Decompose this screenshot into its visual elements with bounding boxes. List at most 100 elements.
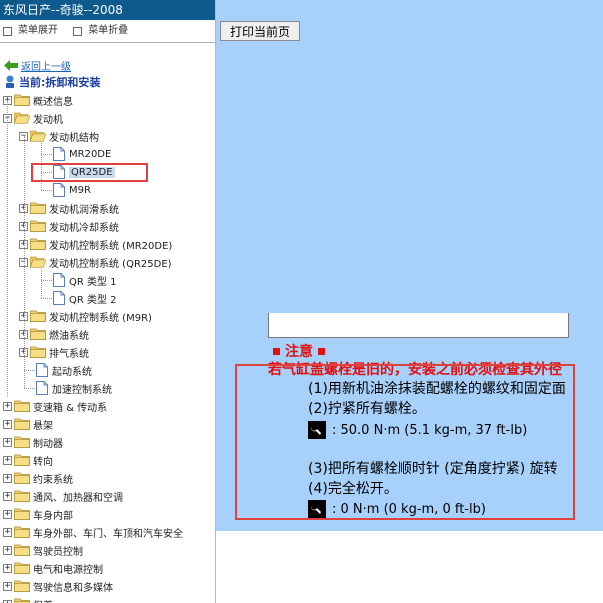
tree-doc-item[interactable]: 加速控制系统: [36, 379, 112, 397]
menu-expand-button[interactable]: 菜单展开: [3, 20, 58, 42]
tree-doc-item[interactable]: QR 类型 1: [53, 271, 117, 289]
tree-item-label: 概述信息: [33, 96, 73, 108]
folder-icon: [14, 418, 30, 430]
folder-icon: [14, 580, 30, 592]
tree-connector-line: [41, 190, 52, 191]
document-icon: [53, 291, 65, 305]
tree-folder-item[interactable]: − 发动机结构: [19, 127, 99, 145]
bullet-icon: [318, 347, 325, 355]
tree-item-label: 车身外部、车门、车顶和汽车安全: [33, 528, 183, 540]
tree-item-label: 保养: [33, 597, 53, 603]
tree-item-label: QR 类型 2: [69, 294, 117, 306]
tree-item-label: 转向: [33, 456, 53, 468]
menu-collapse-button[interactable]: 菜单折叠: [73, 20, 128, 42]
tree-item-label: MR20DE: [69, 148, 112, 160]
expand-toggle-icon[interactable]: +: [3, 401, 12, 411]
document-icon: [53, 147, 65, 161]
content-pane: 打印当前页 注意 若气缸盖螺栓是旧的，安装之前必须检查其外径 (1)用新机油涂抹…: [216, 0, 603, 531]
current-location: 当前:拆卸和安装: [4, 74, 100, 89]
tree-folder-item[interactable]: + 悬架: [3, 415, 53, 433]
folder-icon: [14, 562, 30, 574]
tree-folder-item[interactable]: + 车身内部: [3, 505, 73, 523]
tree-item-label: 驾驶信息和多媒体: [33, 582, 113, 594]
tree-item-label: 燃油系统: [49, 330, 89, 342]
folder-icon: [14, 544, 30, 556]
tree-item-label: 发动机润滑系统: [49, 204, 119, 216]
document-icon: [36, 363, 48, 377]
tree-connector-line: [41, 298, 52, 299]
folder-icon: [14, 454, 30, 466]
tree-item-label: 发动机: [33, 114, 63, 126]
expand-toggle-icon[interactable]: +: [3, 455, 12, 465]
expand-toggle-icon[interactable]: +: [3, 527, 12, 537]
tree-connector-line: [41, 280, 52, 281]
menu-row: 菜单展开 菜单折叠: [0, 20, 215, 43]
window-title: 东风日产--奇骏--2008: [0, 0, 215, 20]
folder-icon: [14, 526, 30, 538]
tree-folder-item[interactable]: + 发动机冷却系统: [19, 217, 119, 235]
tree-folder-item[interactable]: + 车身外部、车门、车顶和汽车安全: [3, 523, 183, 541]
tree-folder-item[interactable]: + 转向: [3, 451, 53, 469]
folder-icon: [14, 472, 30, 484]
folder-open-icon: [30, 256, 46, 268]
expand-toggle-icon[interactable]: +: [3, 563, 12, 573]
folder-icon: [30, 346, 46, 358]
document-icon: [53, 273, 65, 287]
tree-item-label: M9R: [69, 184, 91, 196]
tree-folder-item[interactable]: + 发动机润滑系统: [19, 199, 119, 217]
tree-connector-line: [41, 154, 52, 155]
back-arrow-icon: [4, 59, 18, 71]
folder-icon: [30, 238, 46, 250]
expand-toggle-icon[interactable]: +: [3, 437, 12, 447]
folder-open-icon: [30, 130, 46, 142]
expand-toggle-icon[interactable]: +: [3, 419, 12, 429]
expand-toggle-icon[interactable]: +: [3, 581, 12, 591]
tree-folder-item[interactable]: + 驾驶信息和多媒体: [3, 577, 113, 595]
document-icon: [53, 183, 65, 197]
expand-toggle-icon[interactable]: +: [3, 509, 12, 519]
expand-toggle-icon[interactable]: +: [3, 545, 12, 555]
tree-doc-item[interactable]: MR20DE: [53, 145, 111, 163]
folder-icon: [30, 202, 46, 214]
tree-doc-item[interactable]: 起动系统: [36, 361, 92, 379]
folder-icon: [30, 220, 46, 232]
location-icon: [6, 75, 14, 88]
tree-connector-line: [24, 388, 35, 389]
tree-folder-item[interactable]: + 驾驶员控制: [3, 541, 83, 559]
folder-open-icon: [14, 112, 30, 124]
tree-folder-item[interactable]: + 通风、加热器和空调: [3, 487, 123, 505]
collapse-icon: [73, 26, 83, 36]
print-page-button[interactable]: 打印当前页: [220, 21, 300, 41]
tree-folder-item[interactable]: + 电气和电源控制: [3, 559, 103, 577]
tree-item-label: 排气系统: [49, 348, 89, 360]
tree-folder-item[interactable]: + 概述信息: [3, 91, 73, 109]
tree-folder-item[interactable]: + 保养: [3, 595, 53, 603]
tree-folder-item[interactable]: + 燃油系统: [19, 325, 89, 343]
expand-toggle-icon[interactable]: +: [3, 599, 12, 603]
tree-folder-item[interactable]: + 发动机控制系统 (M9R): [19, 307, 152, 325]
tree-folder-item[interactable]: − 发动机: [3, 109, 63, 127]
tree-connector-line: [24, 136, 25, 388]
tree-folder-item[interactable]: + 发动机控制系统 (MR20DE): [19, 235, 172, 253]
tree-doc-item[interactable]: QR 类型 2: [53, 289, 117, 307]
tree-item-label: 发动机冷却系统: [49, 222, 119, 234]
steps-highlight-box: [235, 364, 575, 520]
expand-icon: [3, 26, 12, 36]
tree-connector-line: [7, 100, 8, 397]
tree-folder-item[interactable]: + 制动器: [3, 433, 63, 451]
tree-doc-item[interactable]: M9R: [53, 181, 91, 199]
expand-toggle-icon[interactable]: +: [3, 491, 12, 501]
folder-icon: [14, 400, 30, 412]
tree-folder-item[interactable]: + 排气系统: [19, 343, 89, 361]
document-icon: [36, 381, 48, 395]
expand-toggle-icon[interactable]: +: [3, 473, 12, 483]
tree-connector-line: [41, 269, 42, 298]
tree-folder-item[interactable]: + 约束系统: [3, 469, 73, 487]
tree-folder-item[interactable]: + 变速箱 & 传动系: [3, 397, 107, 415]
tree-item-label: 制动器: [33, 438, 63, 450]
back-link[interactable]: 返回上一级: [4, 58, 71, 73]
tree-item-label: 变速箱 & 传动系: [33, 402, 108, 414]
folder-icon: [14, 94, 30, 106]
tree-connector-line: [24, 370, 35, 371]
tree-item-label: QR 类型 1: [69, 276, 117, 288]
